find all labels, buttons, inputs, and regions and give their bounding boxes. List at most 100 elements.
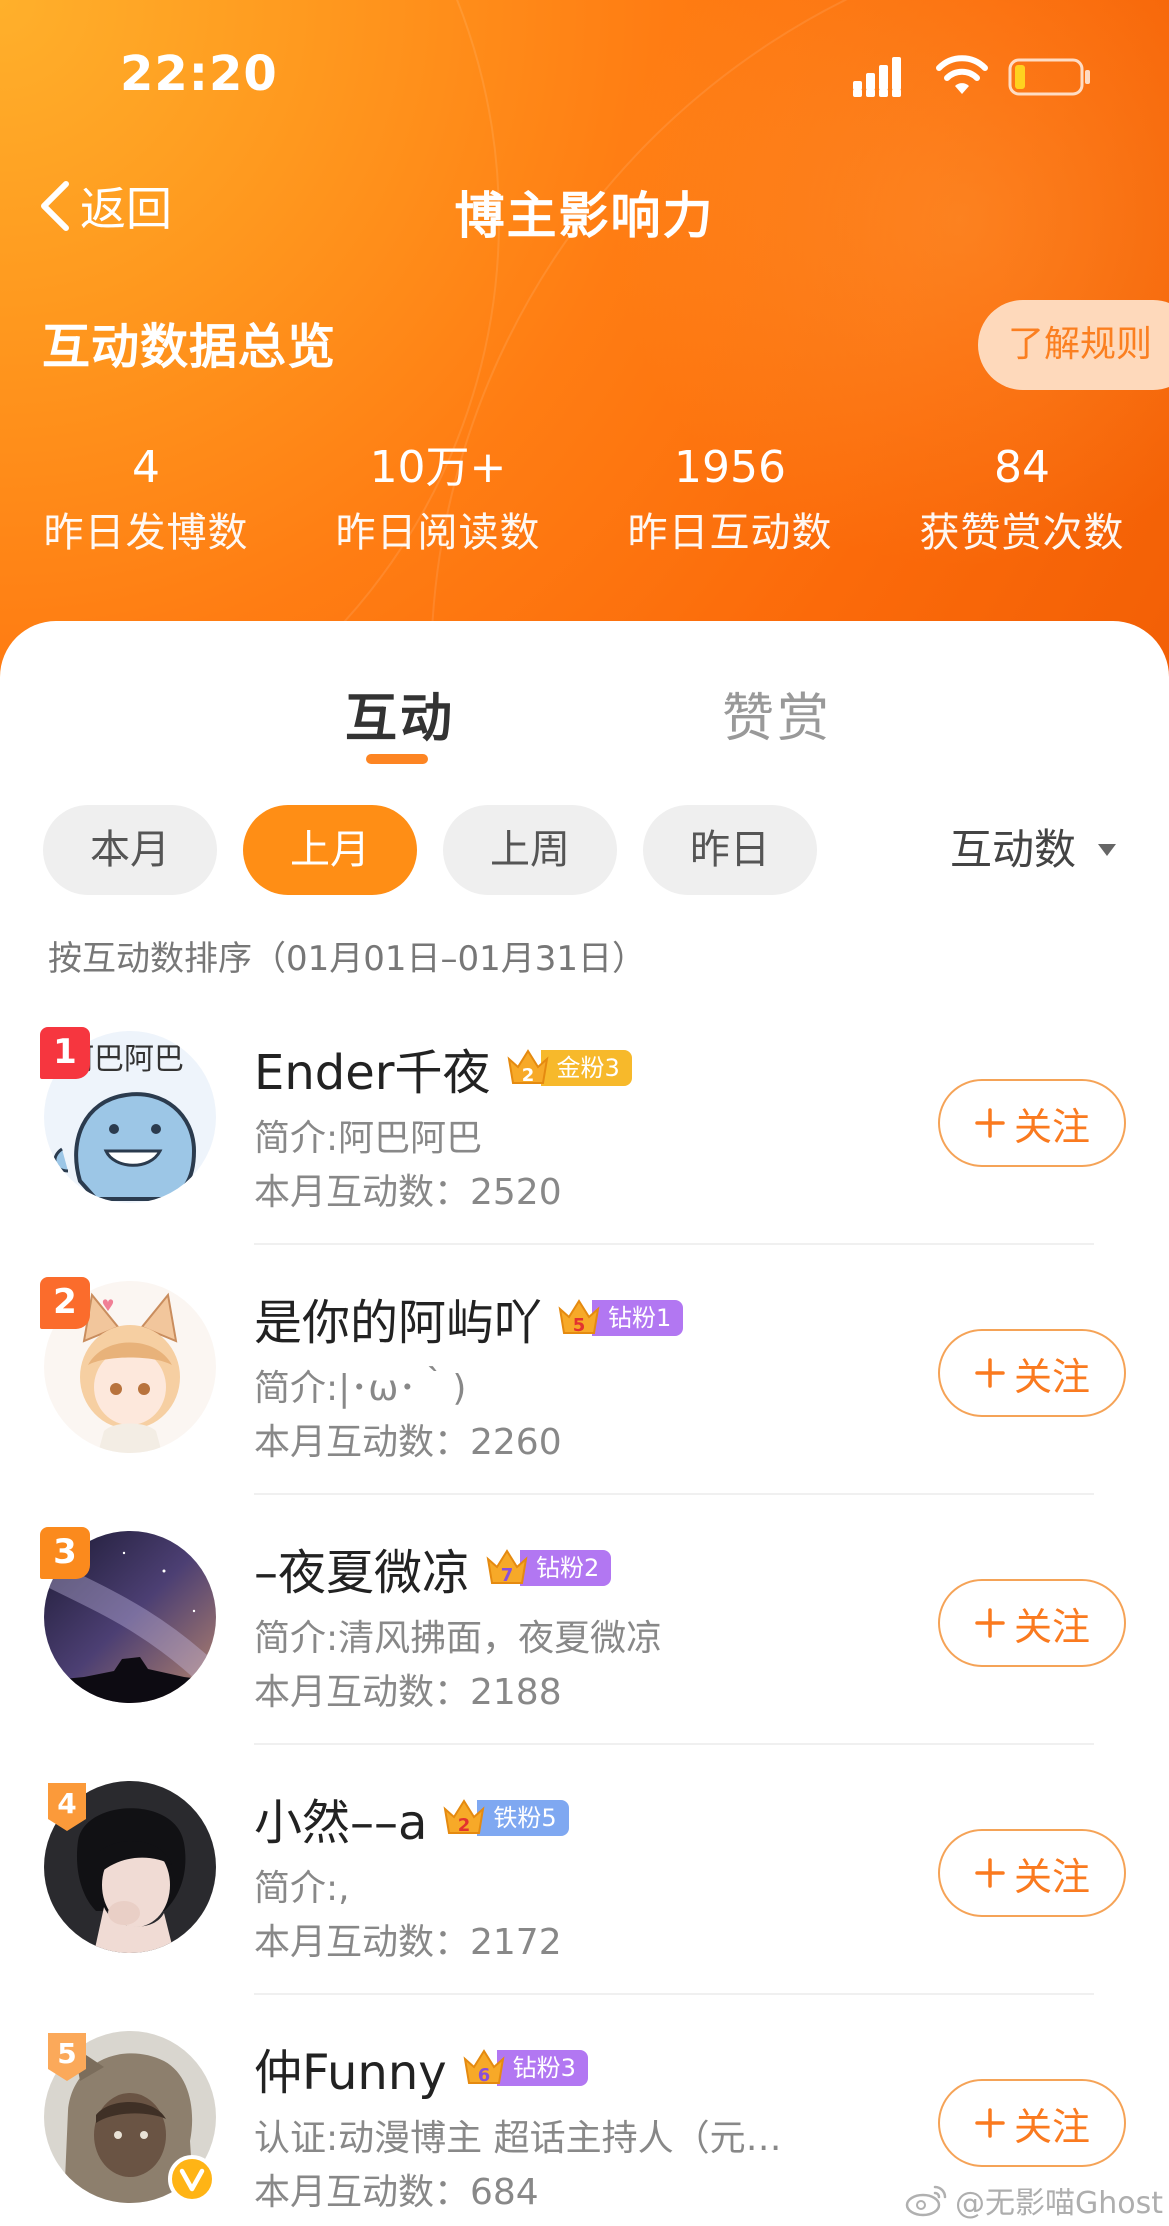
tab-interactions[interactable]: 互动 — [345, 676, 455, 751]
filter-this-month[interactable]: 本月 — [43, 805, 217, 895]
follow-button[interactable]: 关注 — [938, 1829, 1126, 1917]
status-time: 22:20 — [120, 46, 278, 102]
fan-badge-label: 钻粉2 — [520, 1550, 612, 1586]
plus-icon — [975, 1608, 1005, 1638]
fan-badge: 2 金粉3 — [505, 1045, 632, 1091]
avatar[interactable]: 阿巴阿巴 1 — [40, 1027, 216, 1203]
sort-note: 按互动数排序（01月01日–01月31日） — [48, 939, 647, 979]
cellular-signal-icon — [853, 57, 901, 97]
fan-badge: 5 钻粉1 — [556, 1295, 684, 1341]
follow-button[interactable]: 关注 — [938, 1579, 1126, 1667]
user-bio: 简介:清风拂面，夜夏微凉 — [254, 1618, 663, 1659]
divider — [254, 1243, 1094, 1245]
crown-icon: 2 — [507, 1049, 548, 1086]
user-bio: 简介:, — [254, 1868, 350, 1909]
interaction-count: 本月互动数：2260 — [254, 1422, 562, 1463]
fan-level-number: 2 — [458, 1815, 471, 1836]
watermark-text: @无影喵Ghost — [955, 2186, 1164, 2221]
fan-level-number: 7 — [501, 1565, 514, 1586]
rank-badge: 1 — [40, 1027, 90, 1079]
avatar[interactable]: 5 — [44, 2031, 216, 2203]
user-name[interactable]: 仲Funny — [254, 2033, 447, 2103]
avatar[interactable]: 3 — [40, 1527, 216, 1703]
stat-label: 昨日发博数 — [43, 510, 249, 556]
follow-label: 关注 — [1013, 1104, 1090, 1149]
fan-badge-label: 钻粉3 — [496, 2050, 588, 2086]
rank-number: 4 — [57, 1787, 76, 1820]
fan-badge: 2 铁粉5 — [441, 1795, 569, 1841]
name-line: 小然––a 2 铁粉5 — [254, 1785, 569, 1851]
rank-badge: 5 — [48, 2033, 86, 2081]
interaction-count: 本月互动数：2188 — [254, 1672, 562, 1713]
interaction-count: 本月互动数：684 — [254, 2172, 539, 2213]
list-item[interactable]: 2 是你的阿屿吖 5 钻粉1 简介:|･ω･｀) 本月互动数：2260 关注 — [0, 1251, 1169, 1501]
stat-posts-yesterday: 4 昨日发博数 — [0, 440, 292, 562]
stat-label: 昨日阅读数 — [335, 510, 541, 556]
divider — [254, 1743, 1094, 1745]
list-item[interactable]: 3 –夜夏微凉 7 钻粉2 简介:清风拂面，夜夏微凉 本月互动数：2188 关注 — [0, 1501, 1169, 1751]
page: 22:20 返回 博主影响力 互动数据总览 了解规则 4 昨日发博数 10万+ … — [0, 0, 1169, 2226]
verified-v-icon — [168, 2155, 216, 2203]
plus-icon — [975, 1858, 1005, 1888]
fan-level-number: 6 — [477, 2065, 490, 2086]
rank-badge: 4 — [48, 1783, 86, 1831]
follow-button[interactable]: 关注 — [938, 2079, 1126, 2167]
user-name[interactable]: Ender千夜 — [254, 1033, 491, 1103]
fan-badge-label: 钻粉1 — [592, 1300, 684, 1336]
crown-icon: 6 — [463, 2049, 505, 2086]
avatar[interactable]: 4 — [44, 1781, 216, 1953]
user-name[interactable]: 小然––a — [254, 1783, 427, 1853]
user-name[interactable]: –夜夏微凉 — [254, 1533, 470, 1603]
stat-value: 84 — [994, 442, 1050, 493]
stat-label: 昨日互动数 — [627, 510, 833, 556]
rules-button[interactable]: 了解规则 — [978, 300, 1169, 390]
follow-label: 关注 — [1013, 2104, 1090, 2149]
follow-button[interactable]: 关注 — [938, 1079, 1126, 1167]
wifi-icon — [936, 55, 988, 94]
watermark: @无影喵Ghost — [905, 2178, 1163, 2222]
stat-label: 获赞赏次数 — [919, 510, 1125, 556]
filter-last-month[interactable]: 上月 — [243, 805, 417, 895]
caret-down-icon — [1098, 844, 1117, 856]
stat-value: 4 — [132, 442, 160, 493]
stat-reads-yesterday: 10万+ 昨日阅读数 — [292, 440, 584, 562]
follow-button[interactable]: 关注 — [938, 1329, 1126, 1417]
content-card: 互动 赞赏 本月 上月 上周 昨日 互动数 按互动数排序（01月01日–01月3… — [0, 621, 1169, 2226]
list-item[interactable]: 阿巴阿巴 1 Ender千夜 2 金粉3 简介:阿巴阿巴 本月互动数：2520 … — [0, 1001, 1169, 1251]
user-name[interactable]: 是你的阿屿吖 — [254, 1283, 542, 1353]
name-line: Ender千夜 2 金粉3 — [254, 1035, 632, 1101]
crown-icon: 7 — [486, 1549, 528, 1586]
filter-last-week[interactable]: 上周 — [443, 805, 617, 895]
crown-icon: 2 — [443, 1799, 485, 1836]
tab-indicator — [366, 754, 428, 764]
fan-badge: 6 钻粉3 — [461, 2045, 588, 2091]
list-item[interactable]: 4 小然––a 2 铁粉5 简介:, 本月互动数：2172 关注 — [0, 1751, 1169, 2001]
follow-label: 关注 — [1013, 1354, 1090, 1399]
rank-badge: 2 — [40, 1277, 90, 1329]
fan-level-number: 2 — [521, 1065, 534, 1086]
sort-selected: 互动数 — [950, 825, 1077, 874]
user-bio: 认证:动漫博主 超话主持人（元… — [254, 2118, 782, 2159]
battery-icon — [1008, 58, 1090, 96]
rank-badge: 3 — [40, 1527, 90, 1579]
rank-number: 5 — [57, 2037, 76, 2070]
name-line: 仲Funny 6 钻粉3 — [254, 2035, 588, 2101]
avatar[interactable]: 2 — [40, 1277, 216, 1453]
overview-title: 互动数据总览 — [42, 319, 337, 375]
stat-value: 1956 — [674, 442, 786, 493]
user-bio: 简介:阿巴阿巴 — [254, 1118, 483, 1159]
tab-rewards[interactable]: 赞赏 — [722, 676, 832, 751]
stat-value: 10万+ — [369, 442, 507, 493]
crown-icon: 5 — [558, 1299, 600, 1336]
interaction-count: 本月互动数：2172 — [254, 1922, 562, 1963]
plus-icon — [975, 1108, 1005, 1138]
name-line: –夜夏微凉 7 钻粉2 — [254, 1533, 612, 1603]
filter-yesterday[interactable]: 昨日 — [643, 805, 817, 895]
sort-dropdown[interactable]: 互动数 — [950, 805, 1118, 895]
fan-badge-label: 铁粉5 — [477, 1800, 569, 1836]
follow-label: 关注 — [1013, 1854, 1090, 1899]
stat-rewards-count: 84 获赞赏次数 — [876, 440, 1168, 562]
header-banner: 22:20 返回 博主影响力 互动数据总览 了解规则 4 昨日发博数 10万+ … — [0, 0, 1169, 700]
stat-interactions-yesterday: 1956 昨日互动数 — [584, 440, 876, 562]
weibo-logo-icon — [905, 2185, 947, 2217]
